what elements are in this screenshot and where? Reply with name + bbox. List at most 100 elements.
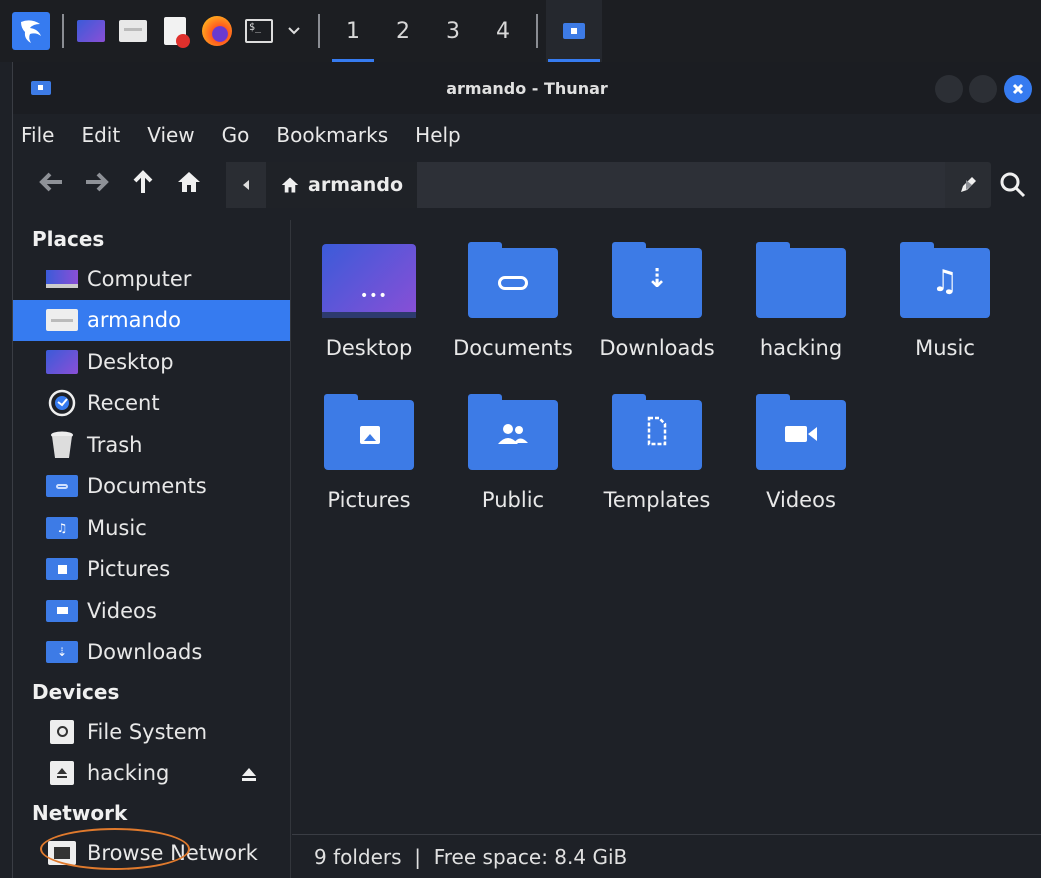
pictures-folder-icon (324, 394, 414, 470)
menu-edit[interactable]: Edit (81, 123, 120, 147)
close-button[interactable] (1004, 75, 1032, 103)
titlebar[interactable]: armando - Thunar (13, 62, 1041, 114)
documents-folder-icon (468, 242, 558, 318)
videos-folder-icon (45, 598, 79, 624)
path-scroll-right-button[interactable] (958, 162, 980, 208)
sidebar-item-desktop[interactable]: Desktop (13, 341, 290, 383)
file-item-desktop[interactable]: ••• Desktop (304, 244, 434, 360)
public-folder-icon (468, 394, 558, 470)
file-manager-icon[interactable] (114, 12, 152, 50)
maximize-button[interactable] (969, 75, 997, 103)
desktop-icon (45, 349, 79, 375)
file-item-documents[interactable]: Documents (448, 242, 578, 360)
desktop-show-icon[interactable] (72, 12, 110, 50)
menu-file[interactable]: File (21, 123, 54, 147)
workspace-2[interactable]: 2 (378, 0, 428, 62)
drive-icon (45, 719, 79, 745)
search-icon (1000, 172, 1026, 198)
back-button[interactable] (31, 162, 71, 202)
menu-view[interactable]: View (147, 123, 194, 147)
workspace-4[interactable]: 4 (478, 0, 528, 62)
minimize-button[interactable] (935, 75, 963, 103)
sidebar-item-computer[interactable]: Computer (13, 258, 290, 300)
path-scroll-left-button[interactable] (226, 162, 266, 208)
workspace-1[interactable]: 1 (328, 0, 378, 62)
removable-drive-icon (45, 760, 79, 786)
music-folder-icon: ♫ (900, 242, 990, 318)
path-button-armando[interactable]: armando (266, 162, 417, 208)
music-folder-icon: ♫ (45, 515, 79, 541)
videos-folder-icon (756, 394, 846, 470)
sidebar-item-trash[interactable]: Trash (13, 424, 290, 466)
kali-dragon-icon[interactable] (12, 12, 50, 50)
file-item-templates[interactable]: Templates (592, 394, 722, 512)
sidebar-heading-places: Places (32, 227, 105, 251)
chevron-right-icon (966, 180, 972, 190)
menu-go[interactable]: Go (222, 123, 250, 147)
taskbar-separator (318, 14, 320, 48)
file-item-pictures[interactable]: Pictures (304, 394, 434, 512)
sidebar-item-downloads[interactable]: ⇣ Downloads (13, 632, 290, 674)
folder-icon (756, 242, 846, 318)
documents-folder-icon (45, 473, 79, 499)
sidebar-item-videos[interactable]: Videos (13, 590, 290, 632)
network-icon (45, 840, 79, 866)
pictures-folder-icon (45, 556, 79, 582)
eject-button[interactable] (237, 762, 261, 786)
window-title: armando - Thunar (446, 78, 608, 98)
workspace-3[interactable]: 3 (428, 0, 478, 62)
templates-folder-icon (612, 394, 702, 470)
sidebar-item-pictures[interactable]: Pictures (13, 549, 290, 591)
taskbar-separator (536, 14, 538, 48)
taskbar: $_ 1 2 3 4 (0, 0, 1041, 62)
desktop-folder-icon: ••• (322, 244, 416, 318)
status-text: 9 folders | Free space: 8.4 GiB (314, 844, 628, 869)
path-entry-area[interactable] (417, 162, 945, 208)
file-item-music[interactable]: ♫ Music (880, 242, 1010, 360)
sidebar-item-hacking[interactable]: hacking (13, 753, 290, 795)
home-icon (281, 177, 299, 193)
home-button[interactable] (169, 162, 209, 202)
sidebar-item-armando[interactable]: armando (13, 299, 290, 341)
file-item-videos[interactable]: Videos (736, 394, 866, 512)
downloads-folder-icon: ⇣ (45, 639, 79, 665)
sidebar-heading-network: Network (32, 801, 128, 825)
menu-help[interactable]: Help (415, 123, 461, 147)
recent-icon (45, 390, 79, 417)
sidebar-item-file-system[interactable]: File System (13, 711, 290, 753)
sidebar-item-recent[interactable]: Recent (13, 383, 290, 425)
downloads-folder-icon: ⇣ (612, 242, 702, 318)
firefox-icon[interactable] (198, 12, 236, 50)
terminal-icon[interactable]: $_ (240, 12, 278, 50)
chevron-left-icon (243, 180, 249, 190)
up-arrow-icon (133, 170, 153, 193)
location-bar: armando (226, 162, 991, 208)
sidebar-item-documents[interactable]: Documents (13, 466, 290, 508)
thunar-window: armando - Thunar File Edit View Go Bookm… (12, 62, 1041, 878)
taskbar-separator (62, 14, 64, 48)
file-item-public[interactable]: Public (448, 394, 578, 512)
sidebar-item-music[interactable]: ♫ Music (13, 507, 290, 549)
menubar: File Edit View Go Bookmarks Help (13, 114, 1041, 156)
menu-bookmarks[interactable]: Bookmarks (276, 123, 388, 147)
back-arrow-icon (39, 172, 62, 192)
home-icon (178, 172, 200, 192)
path-label: armando (308, 174, 403, 196)
file-item-downloads[interactable]: ⇣ Downloads (592, 242, 722, 360)
text-editor-icon[interactable] (156, 12, 194, 50)
file-item-hacking[interactable]: hacking (736, 242, 866, 360)
folder-icon (563, 23, 585, 39)
computer-icon (45, 266, 79, 292)
search-button[interactable] (993, 162, 1033, 208)
taskbar-thunar-window[interactable] (546, 0, 602, 62)
close-icon (1012, 83, 1024, 95)
eject-icon (242, 767, 256, 781)
sidebar-heading-devices: Devices (32, 680, 120, 704)
sidebar-item-browse-network[interactable]: Browse Network (13, 832, 290, 874)
forward-arrow-icon (86, 172, 109, 192)
up-button[interactable] (123, 162, 163, 202)
chevron-down-icon[interactable] (282, 12, 306, 50)
file-view[interactable]: ••• Desktop Documents ⇣ Downloads hackin… (292, 220, 1041, 832)
trash-icon (45, 431, 79, 458)
forward-button[interactable] (77, 162, 117, 202)
